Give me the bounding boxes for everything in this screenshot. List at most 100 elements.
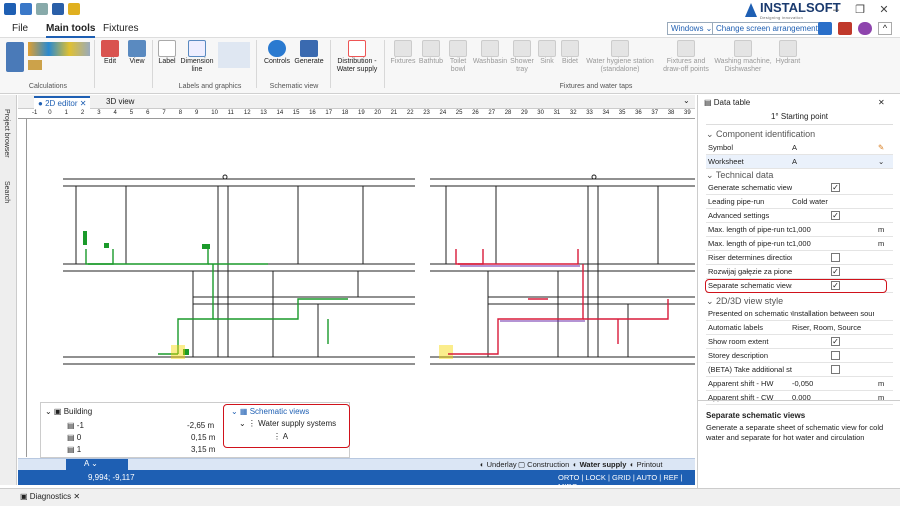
arrangement-select[interactable]: Change screen arrangement ⌄ [712,22,831,35]
search-tab[interactable]: Search [3,181,10,203]
fixture-button-fixtures[interactable]: Fixtures [390,38,416,66]
tab-2d-editor[interactable]: ● 2D editor ✕ [34,96,91,109]
property-row[interactable]: Automatic labels Riser, Room, Source [706,321,893,335]
plugins-icon[interactable] [838,22,852,35]
property-row[interactable]: Leading pipe-run Cold water [706,195,893,209]
property-row-symbol[interactable]: Symbol A ✎ [706,141,893,155]
windows-select[interactable]: Windows ⌄ [667,22,717,35]
fixture-button-hygiene-station[interactable]: Water hygiene station (standalone) [582,38,658,74]
calculation-tools-icon[interactable] [28,42,90,56]
property-row[interactable]: Max. length of pipe-run to 1,000 m [706,223,893,237]
section-component[interactable]: ⌄ Component identification [706,129,893,140]
property-row[interactable]: Storey description [706,349,893,363]
property-key: Riser determines direction [708,253,792,262]
tree-building[interactable]: ⌄ ▣ Building [45,407,92,416]
fixture-button-washing-machine[interactable]: Washing machine, Dishwasher [714,38,772,74]
fixture-button-bathtub[interactable]: Bathtub [418,38,444,66]
tree-level-row[interactable]: ▤ 0 [67,433,81,442]
panel-close-icon[interactable]: ✕ [878,98,885,107]
section-technical[interactable]: ⌄ Technical data [706,170,893,181]
property-row[interactable]: Advanced settings ✓ [706,209,893,223]
property-checkbox[interactable]: ✓ [831,267,840,276]
fixture-button-hydrant[interactable]: Hydrant [774,38,802,66]
export-icon[interactable] [68,3,80,15]
toggle-construction[interactable]: ▢ Construction [518,460,569,469]
close-button[interactable]: ✕ [874,3,894,17]
minimize-button[interactable]: – [826,3,846,17]
tree-water-supply[interactable]: ⌄ ⋮ Water supply systems [239,419,336,428]
property-row[interactable]: Generate schematic view ✓ [706,181,893,195]
menu-main-tools[interactable]: Main tools [46,22,96,38]
calculator-icon[interactable] [6,42,24,72]
property-row[interactable]: Riser determines direction [706,251,893,265]
chevron-down-icon[interactable]: ⌄ [878,155,884,168]
property-value[interactable]: 1,000 [792,223,874,236]
pencil-icon[interactable]: ✎ [878,141,884,154]
property-checkbox[interactable] [831,253,840,262]
tree-level-row[interactable]: ▤ 1 [67,445,81,454]
dimension-button[interactable]: Dimension line [180,38,214,74]
property-key: Symbol [708,143,734,152]
controls-button[interactable]: Controls [262,38,292,66]
tabs-dropdown-icon[interactable]: ⌄ [683,96,690,105]
property-row[interactable]: Max. length of pipe-run to 1,000 m [706,237,893,251]
property-checkbox[interactable]: ✓ [831,183,840,192]
property-row[interactable]: (BETA) Take additional storeys [706,363,893,377]
property-row[interactable]: Apparent shift - HW -0,050 m [706,377,893,391]
fixture-button-toilet[interactable]: Toilet bowl [446,38,470,74]
toggle-water-supply[interactable]: ◐ Water supply [573,460,626,469]
new-file-icon[interactable] [20,3,32,15]
view-button[interactable]: View [125,38,149,66]
fixture-button-draw-off[interactable]: Fixtures and draw-off points [659,38,713,74]
label-button[interactable]: Label [155,38,179,66]
ruler-tick: 8 [178,110,183,116]
menu-fixtures[interactable]: Fixtures [103,22,139,38]
property-checkbox[interactable]: ✓ [831,211,840,220]
fixture-button-sink[interactable]: Sink [537,38,557,66]
property-value[interactable]: 1,000 [792,237,874,250]
property-checkbox[interactable] [831,365,840,374]
distribution-button[interactable]: Distribution - Water supply [334,38,380,74]
menu-file[interactable]: File [12,22,28,38]
collapse-ribbon-icon[interactable]: ^ [878,22,892,35]
toggle-printout[interactable]: ◐ Printout [630,460,662,469]
property-row[interactable]: Apparent shift - CW 0,000 m [706,391,893,405]
property-value[interactable]: Cold water [792,195,874,208]
diagnostics-tab[interactable]: ▣ Diagnostics ✕ [20,492,80,501]
property-unit: m [878,393,885,402]
tree-item-a[interactable]: ⋮ A [273,432,288,441]
edit-button[interactable]: Edit [98,38,122,66]
restore-button[interactable]: ❐ [850,3,870,17]
fixture-button-shower[interactable]: Shower tray [509,38,535,74]
materials-icon[interactable] [28,60,42,70]
project-browser-tab[interactable]: Project browser [3,109,10,158]
layer-select[interactable]: A ⌄ [66,459,128,470]
help-icon[interactable] [858,22,872,35]
property-row[interactable]: Show room extent ✓ [706,335,893,349]
generate-button[interactable]: Generate [294,38,324,66]
property-row[interactable]: Rozwijaj gałęzie za pionem ✓ [706,265,893,279]
property-checkbox[interactable]: ✓ [831,337,840,346]
layer-select-label: A [84,459,89,468]
property-checkbox[interactable] [831,351,840,360]
graphics-tools-icon[interactable] [218,42,250,68]
tab-3d-view[interactable]: 3D view [102,96,138,109]
property-value[interactable]: Installation between source [792,307,874,320]
property-row[interactable]: Presented on schematic viewInstallation … [706,307,893,321]
property-value[interactable]: -0,050 [792,377,874,390]
toggle-underlay[interactable]: ◐ Underlay [480,460,517,469]
property-row-worksheet[interactable]: Worksheet A ⌄ [706,155,893,169]
fixture-button-bidet[interactable]: Bidet [559,38,581,66]
property-value[interactable]: 0,000 [792,391,874,404]
open-file-icon[interactable] [36,3,48,15]
bidet-icon [561,40,579,57]
property-value[interactable]: Riser, Room, Source [792,321,874,334]
save-icon[interactable] [52,3,64,15]
ruler-tick: 34 [602,110,610,116]
section-view-style[interactable]: ⌄ 2D/3D view style [706,296,893,307]
group-labels: Labels and graphics [178,83,242,90]
tree-schematic-views[interactable]: ⌄ ▦ Schematic views [231,407,309,416]
fixture-button-washbasin[interactable]: Washbasin [472,38,508,66]
layout-icon[interactable] [818,22,832,35]
tree-level-row[interactable]: ▤ -1 [67,421,84,430]
